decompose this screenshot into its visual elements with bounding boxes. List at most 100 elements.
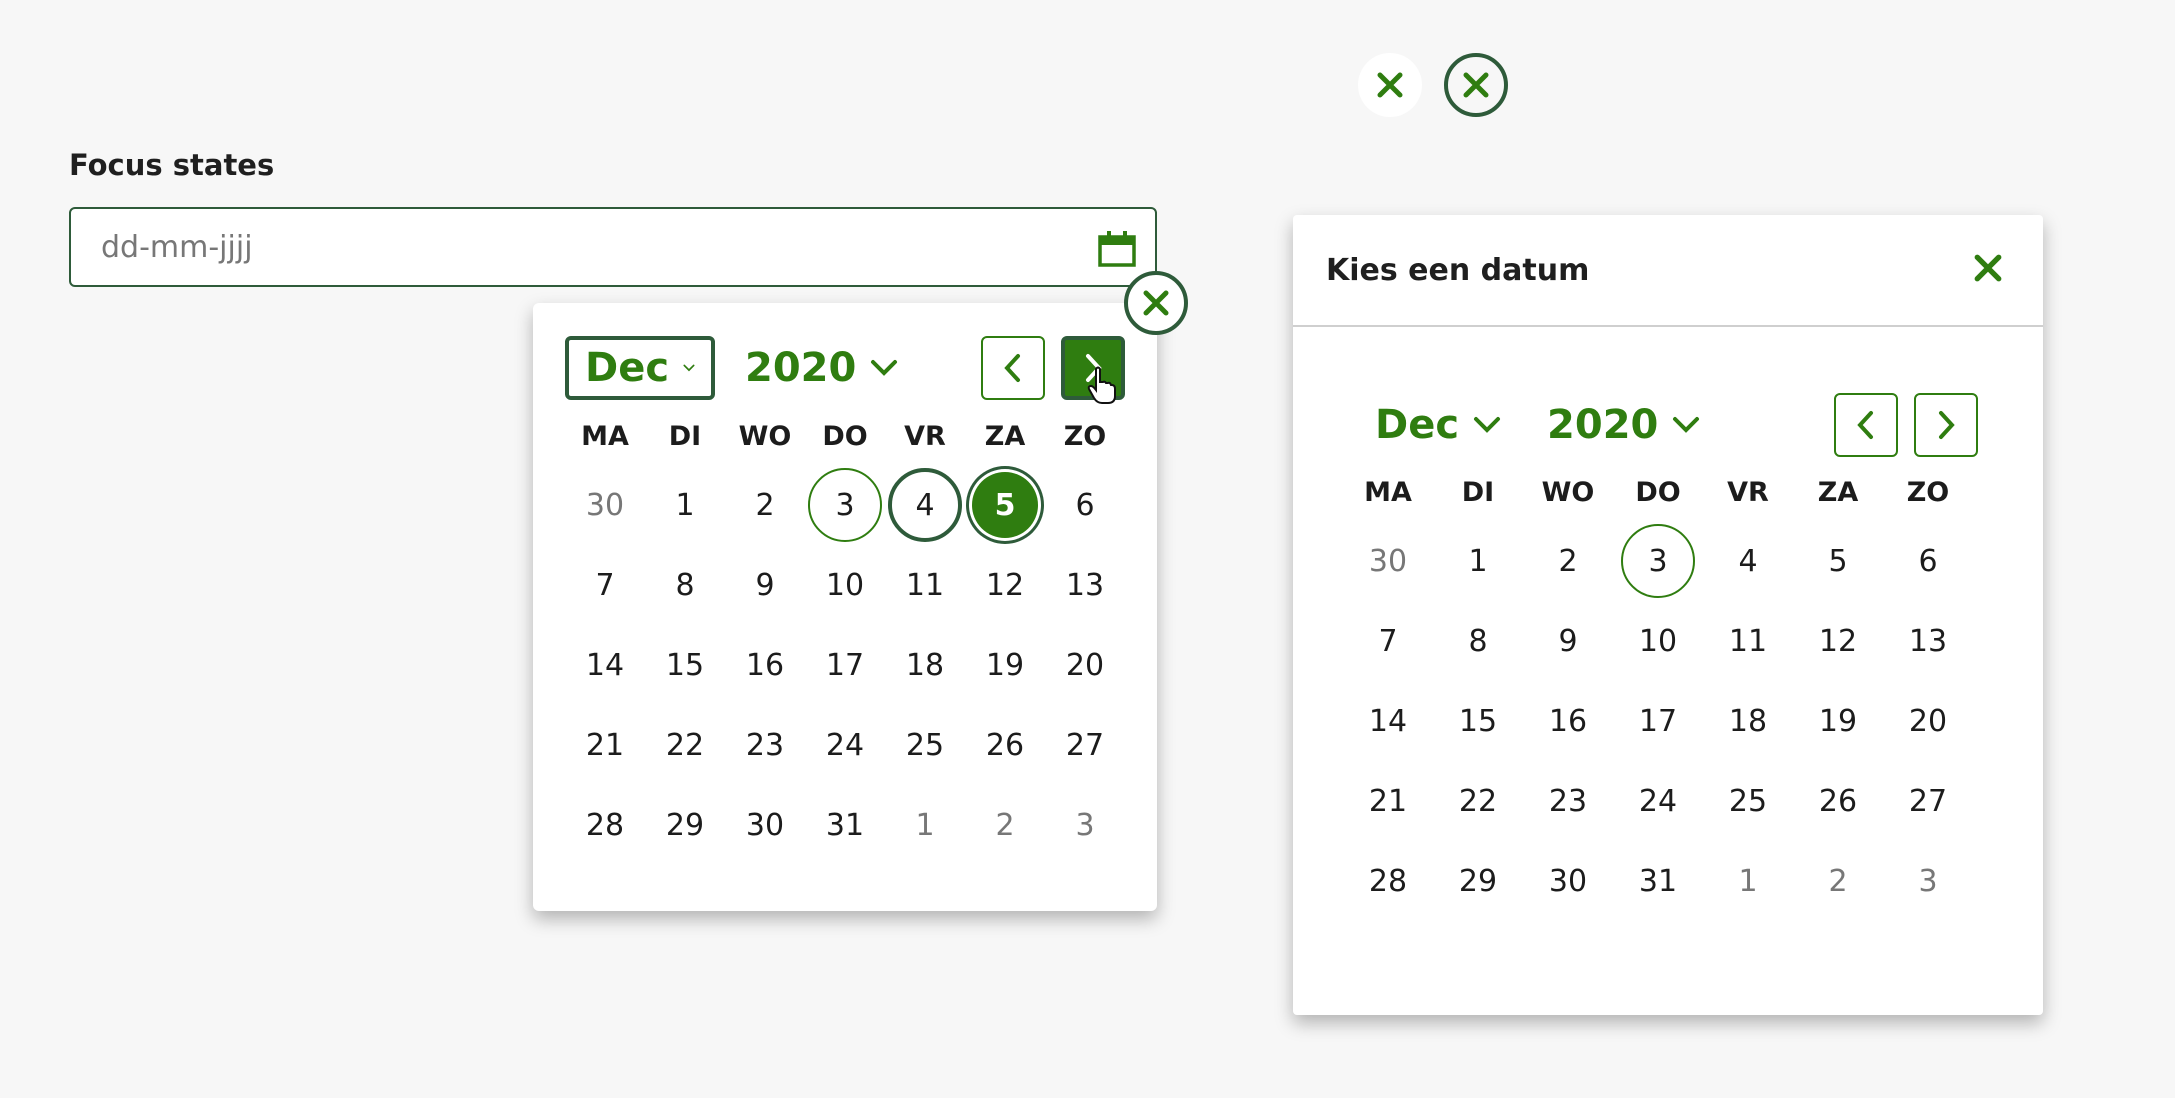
- day-cell[interactable]: 10: [805, 545, 885, 625]
- day-cell[interactable]: 11: [885, 545, 965, 625]
- date-input[interactable]: [101, 229, 1001, 265]
- day-cell[interactable]: 15: [645, 625, 725, 705]
- day-cell[interactable]: 9: [725, 545, 805, 625]
- day-cell[interactable]: 30: [725, 785, 805, 865]
- year-select-value: 2020: [745, 345, 857, 391]
- day-cell[interactable]: 17: [805, 625, 885, 705]
- day-number: 2: [755, 487, 775, 523]
- day-number: 7: [1378, 623, 1398, 659]
- day-cell[interactable]: 3: [1045, 785, 1125, 865]
- weekday-header: VR: [1727, 477, 1769, 508]
- day-cell[interactable]: 9: [1523, 601, 1613, 681]
- day-cell[interactable]: 24: [1613, 761, 1703, 841]
- day-cell[interactable]: 25: [1703, 761, 1793, 841]
- day-cell[interactable]: 13: [1045, 545, 1125, 625]
- date-field[interactable]: [69, 207, 1157, 287]
- popover-close-button[interactable]: [1124, 271, 1188, 335]
- day-cell[interactable]: 22: [1433, 761, 1523, 841]
- day-cell[interactable]: 12: [965, 545, 1045, 625]
- day-cell[interactable]: 31: [1613, 841, 1703, 921]
- day-cell[interactable]: 8: [645, 545, 725, 625]
- day-cell-focused[interactable]: 4: [885, 465, 965, 545]
- day-number: 12: [985, 567, 1025, 603]
- day-cell[interactable]: 1: [1433, 521, 1523, 601]
- day-cell[interactable]: 30: [1523, 841, 1613, 921]
- day-number: 16: [745, 647, 785, 683]
- day-cell[interactable]: 16: [725, 625, 805, 705]
- day-cell[interactable]: 7: [565, 545, 645, 625]
- day-cell[interactable]: 10: [1613, 601, 1703, 681]
- year-select[interactable]: 2020: [729, 336, 914, 400]
- month-select[interactable]: Dec: [565, 336, 715, 400]
- day-cell[interactable]: 28: [565, 785, 645, 865]
- weekday-header: MA: [581, 421, 629, 452]
- day-cell[interactable]: 31: [805, 785, 885, 865]
- day-cell-today[interactable]: 3: [805, 465, 885, 545]
- day-cell[interactable]: 4: [1703, 521, 1793, 601]
- day-cell[interactable]: 29: [645, 785, 725, 865]
- day-cell[interactable]: 18: [885, 625, 965, 705]
- day-cell[interactable]: 6: [1045, 465, 1125, 545]
- day-cell[interactable]: 20: [1045, 625, 1125, 705]
- day-cell[interactable]: 22: [645, 705, 725, 785]
- calendar-icon[interactable]: [1097, 229, 1137, 269]
- day-cell[interactable]: 19: [965, 625, 1045, 705]
- day-number: 5: [1828, 543, 1848, 579]
- day-cell[interactable]: 13: [1883, 601, 1973, 681]
- day-cell[interactable]: 14: [565, 625, 645, 705]
- day-cell[interactable]: 1: [645, 465, 725, 545]
- day-cell[interactable]: 16: [1523, 681, 1613, 761]
- day-cell[interactable]: 5: [1793, 521, 1883, 601]
- day-cell[interactable]: 17: [1613, 681, 1703, 761]
- day-cell[interactable]: 21: [565, 705, 645, 785]
- day-number: 12: [1818, 623, 1858, 659]
- day-cell[interactable]: 18: [1703, 681, 1793, 761]
- day-cell[interactable]: 1: [1703, 841, 1793, 921]
- day-cell[interactable]: 26: [965, 705, 1045, 785]
- day-cell[interactable]: 20: [1883, 681, 1973, 761]
- day-cell[interactable]: 25: [885, 705, 965, 785]
- year-select[interactable]: 2020: [1531, 393, 1716, 457]
- day-cell[interactable]: 2: [1523, 521, 1613, 601]
- month-select-value: Dec: [1375, 402, 1460, 448]
- day-cell[interactable]: 23: [725, 705, 805, 785]
- dialog-close-button[interactable]: [1973, 253, 2003, 287]
- day-cell[interactable]: 27: [1045, 705, 1125, 785]
- day-number: 30: [1368, 543, 1408, 579]
- day-cell[interactable]: 11: [1703, 601, 1793, 681]
- day-cell[interactable]: 14: [1343, 681, 1433, 761]
- day-cell[interactable]: 21: [1343, 761, 1433, 841]
- close-button-focused[interactable]: [1444, 53, 1508, 117]
- day-cell[interactable]: 19: [1793, 681, 1883, 761]
- close-button-default[interactable]: [1358, 53, 1422, 117]
- day-cell[interactable]: 15: [1433, 681, 1523, 761]
- day-cell[interactable]: 27: [1883, 761, 1973, 841]
- day-cell[interactable]: 8: [1433, 601, 1523, 681]
- day-cell[interactable]: 6: [1883, 521, 1973, 601]
- day-cell[interactable]: 30: [565, 465, 645, 545]
- day-cell[interactable]: 24: [805, 705, 885, 785]
- day-cell[interactable]: 28: [1343, 841, 1433, 921]
- day-cell[interactable]: 3: [1883, 841, 1973, 921]
- day-cell[interactable]: 30: [1343, 521, 1433, 601]
- datepicker-popover: Dec 2020 MA DI WO DO VR ZA ZO 30 1 2 3 4 5 6 7 8 9 10 11 1…: [533, 303, 1157, 911]
- next-month-button[interactable]: [1914, 393, 1978, 457]
- day-cell[interactable]: 26: [1793, 761, 1883, 841]
- day-number: 10: [1638, 623, 1678, 659]
- day-cell[interactable]: 2: [1793, 841, 1883, 921]
- day-cell-today[interactable]: 3: [1613, 521, 1703, 601]
- day-cell[interactable]: 29: [1433, 841, 1523, 921]
- day-cell[interactable]: 23: [1523, 761, 1613, 841]
- day-cell[interactable]: 2: [725, 465, 805, 545]
- day-number: 10: [825, 567, 865, 603]
- day-number: 1: [1468, 543, 1488, 579]
- day-cell-selected[interactable]: 5: [965, 465, 1045, 545]
- day-cell[interactable]: 1: [885, 785, 965, 865]
- day-cell[interactable]: 7: [1343, 601, 1433, 681]
- month-select[interactable]: Dec: [1359, 393, 1517, 457]
- day-cell[interactable]: 12: [1793, 601, 1883, 681]
- prev-month-button[interactable]: [1834, 393, 1898, 457]
- day-cell[interactable]: 2: [965, 785, 1045, 865]
- prev-month-button[interactable]: [981, 336, 1045, 400]
- dialog-divider: [1293, 325, 2043, 327]
